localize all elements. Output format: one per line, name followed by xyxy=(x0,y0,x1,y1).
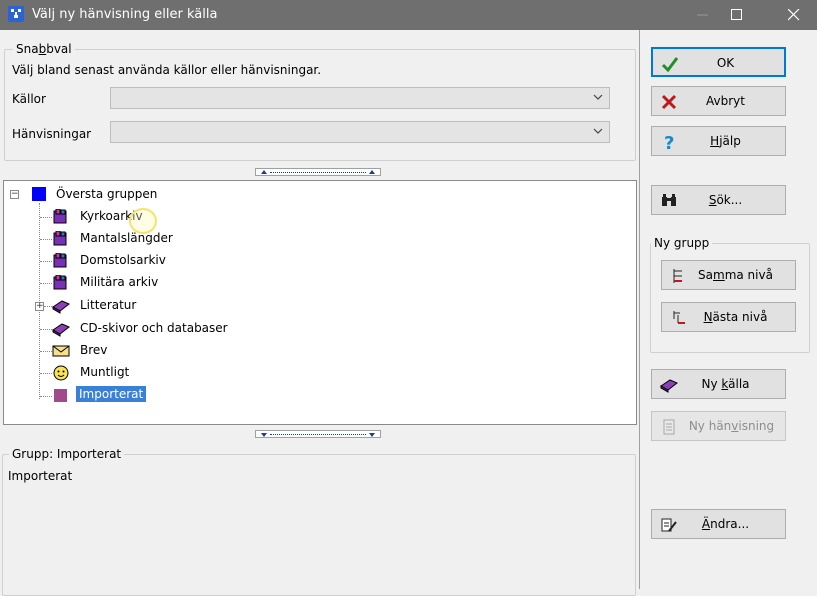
ok-button[interactable]: OK xyxy=(651,47,786,77)
group-tree[interactable]: − Översta gruppen Kyrkoarkiv Mantalsläng… xyxy=(3,180,637,425)
close-button[interactable] xyxy=(771,0,817,30)
panel-divider xyxy=(639,30,640,589)
hanvisningar-label: Hänvisningar xyxy=(12,127,92,141)
app-icon xyxy=(8,6,24,22)
edit-button[interactable]: Ändra... xyxy=(651,509,786,539)
pink-square-icon xyxy=(54,389,67,402)
snabbval-legend: Snabbval xyxy=(13,42,75,56)
help-button[interactable]: ? Hjälp xyxy=(651,126,786,156)
ny-grupp-legend: Ny grupp xyxy=(651,236,713,250)
search-button[interactable]: Sök... xyxy=(651,185,786,215)
same-level-button[interactable]: Samma nivå xyxy=(661,260,796,290)
window-title: Välj ny hänvisning eller källa xyxy=(32,7,218,22)
details-group: Grupp: Importerat xyxy=(2,447,636,596)
maximize-button[interactable] xyxy=(714,0,760,30)
close-icon xyxy=(788,9,800,21)
details-text: Importerat xyxy=(8,469,73,483)
splitter-down[interactable] xyxy=(255,430,381,438)
archive-icon xyxy=(53,231,67,246)
collapse-icon[interactable]: − xyxy=(10,190,19,199)
book-icon xyxy=(52,300,70,314)
chevron-down-icon xyxy=(593,94,603,100)
expand-icon[interactable]: + xyxy=(35,302,44,311)
snabbval-hint: Välj bland senast använda källor eller h… xyxy=(12,63,322,77)
kallor-label: Källor xyxy=(12,92,46,106)
splitter-up[interactable] xyxy=(255,168,381,176)
new-reference-button[interactable]: Ny hänvisning xyxy=(651,411,786,441)
next-level-button[interactable]: Nästa nivå xyxy=(661,302,796,332)
kallor-combobox[interactable] xyxy=(110,87,610,109)
maximize-icon xyxy=(731,9,742,20)
archive-icon xyxy=(53,275,67,290)
envelope-icon xyxy=(52,345,70,357)
face-icon xyxy=(53,365,69,381)
book-icon xyxy=(52,323,70,337)
blue-square-icon xyxy=(32,187,46,201)
cancel-button[interactable]: Avbryt xyxy=(651,86,786,116)
details-legend: Grupp: Importerat xyxy=(9,447,125,461)
new-source-button[interactable]: Ny källa xyxy=(651,369,786,399)
archive-icon xyxy=(53,253,67,268)
chevron-down-icon xyxy=(593,128,603,134)
hanvisningar-combobox[interactable] xyxy=(110,121,610,143)
archive-icon xyxy=(53,209,67,224)
title-bar: Välj ny hänvisning eller källa xyxy=(0,0,817,30)
minimize-icon xyxy=(697,14,708,16)
